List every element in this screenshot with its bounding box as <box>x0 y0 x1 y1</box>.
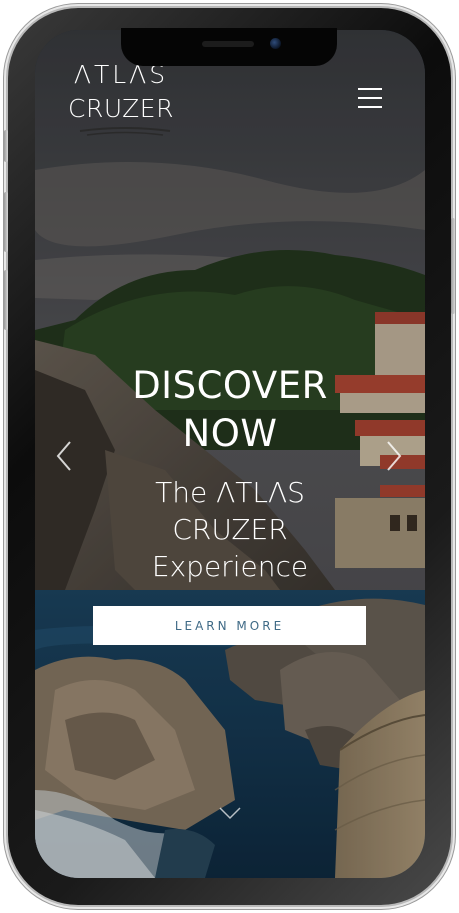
chevron-down-icon[interactable] <box>218 806 242 820</box>
chevron-left-icon[interactable] <box>55 440 73 472</box>
hamburger-icon <box>358 88 382 90</box>
hero-subtitle-line1: The ΛTLΛS <box>155 476 305 509</box>
front-camera-icon <box>270 38 281 49</box>
volume-up-button <box>4 192 8 252</box>
speaker-grille <box>202 41 254 47</box>
chevron-right-icon[interactable] <box>385 440 403 472</box>
hamburger-menu-button[interactable] <box>358 88 382 110</box>
mute-switch <box>4 130 8 162</box>
learn-more-button[interactable]: LEARN MORE <box>93 606 366 645</box>
hamburger-icon-bar <box>358 106 382 108</box>
logo-swoosh-icon <box>79 127 171 136</box>
hamburger-icon-bar <box>358 97 382 99</box>
volume-down-button <box>4 270 8 330</box>
power-button <box>451 218 455 314</box>
hero-subtitle: The ΛTLΛS CRUZER Experience <box>110 474 350 585</box>
phone-notch <box>121 28 337 66</box>
hero-subtitle-line2: CRUZER <box>172 513 288 546</box>
hero-title-line1: DISCOVER <box>132 364 328 407</box>
site-logo[interactable]: ΛTLΛS CRUZER <box>61 62 181 121</box>
hero-subtitle-line3: Experience <box>151 550 309 583</box>
logo-wordmark-bottom: CRUZER <box>68 94 174 123</box>
phone-screen: ΛTLΛS CRUZER DISCOVER NOW The ΛTLΛS CRUZ… <box>35 30 425 878</box>
hero-title: DISCOVER NOW <box>105 362 355 458</box>
hero-title-line2: NOW <box>182 412 278 455</box>
